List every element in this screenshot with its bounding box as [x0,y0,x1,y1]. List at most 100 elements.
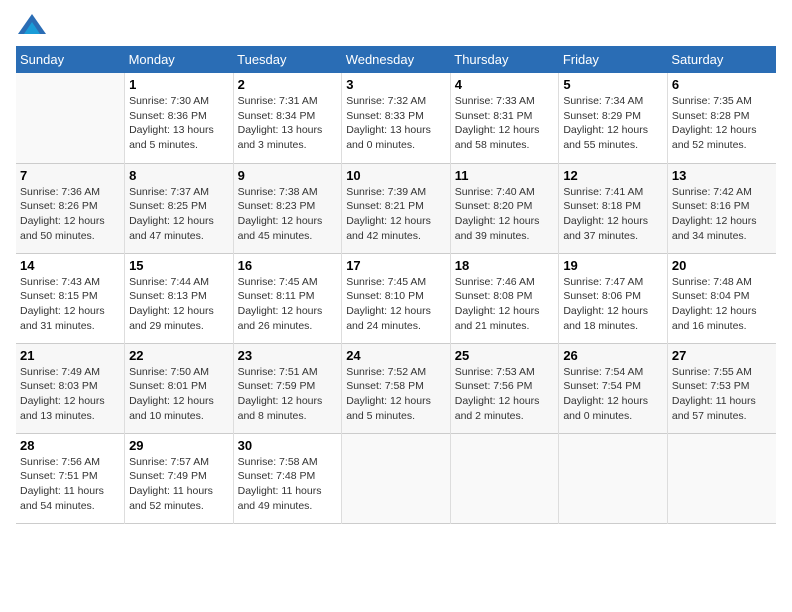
day-number: 1 [129,77,229,92]
header-cell-friday: Friday [559,46,668,73]
day-info: Sunrise: 7:32 AM Sunset: 8:33 PM Dayligh… [346,94,446,153]
logo-icon [18,14,46,34]
day-info: Sunrise: 7:33 AM Sunset: 8:31 PM Dayligh… [455,94,555,153]
day-number: 19 [563,258,663,273]
calendar-cell: 11 Sunrise: 7:40 AM Sunset: 8:20 PM Dayli… [450,163,559,253]
day-info: Sunrise: 7:51 AM Sunset: 7:59 PM Dayligh… [238,365,338,424]
day-info: Sunrise: 7:41 AM Sunset: 8:18 PM Dayligh… [563,185,663,244]
calendar-cell: 24 Sunrise: 7:52 AM Sunset: 7:58 PM Dayli… [342,343,451,433]
day-number: 28 [20,438,120,453]
calendar-cell: 5Sunrise: 7:34 AM Sunset: 8:29 PM Daylig… [559,73,668,163]
day-number: 30 [238,438,338,453]
calendar-cell: 26 Sunrise: 7:54 AM Sunset: 7:54 PM Dayli… [559,343,668,433]
calendar-cell: 22 Sunrise: 7:50 AM Sunset: 8:01 PM Dayli… [125,343,234,433]
calendar-cell: 18 Sunrise: 7:46 AM Sunset: 8:08 PM Dayli… [450,253,559,343]
calendar-cell: 1 Sunrise: 7:30 AM Sunset: 8:36 PM Daylig… [125,73,234,163]
calendar-week-4: 21Sunrise: 7:49 AM Sunset: 8:03 PM Dayli… [16,343,776,433]
day-info: Sunrise: 7:36 AM Sunset: 8:26 PM Dayligh… [20,185,120,244]
day-info: Sunrise: 7:56 AM Sunset: 7:51 PM Dayligh… [20,455,120,514]
calendar-cell [16,73,125,163]
day-info: Sunrise: 7:39 AM Sunset: 8:21 PM Dayligh… [346,185,446,244]
calendar-cell: 2Sunrise: 7:31 AM Sunset: 8:34 PM Daylig… [233,73,342,163]
day-info: Sunrise: 7:40 AM Sunset: 8:20 PM Dayligh… [455,185,555,244]
calendar-cell: 3 Sunrise: 7:32 AM Sunset: 8:33 PM Daylig… [342,73,451,163]
calendar-cell: 23 Sunrise: 7:51 AM Sunset: 7:59 PM Dayli… [233,343,342,433]
day-info: Sunrise: 7:46 AM Sunset: 8:08 PM Dayligh… [455,275,555,334]
day-info: Sunrise: 7:43 AM Sunset: 8:15 PM Dayligh… [20,275,120,334]
day-number: 21 [20,348,120,363]
calendar-cell: 21Sunrise: 7:49 AM Sunset: 8:03 PM Dayli… [16,343,125,433]
day-number: 18 [455,258,555,273]
day-number: 29 [129,438,229,453]
day-number: 22 [129,348,229,363]
day-info: Sunrise: 7:47 AM Sunset: 8:06 PM Dayligh… [563,275,663,334]
day-info: Sunrise: 7:48 AM Sunset: 8:04 PM Dayligh… [672,275,772,334]
day-info: Sunrise: 7:30 AM Sunset: 8:36 PM Dayligh… [129,94,229,153]
header-cell-thursday: Thursday [450,46,559,73]
page-header [16,16,776,36]
day-number: 2 [238,77,338,92]
day-number: 14 [20,258,120,273]
header-cell-wednesday: Wednesday [342,46,451,73]
calendar-cell: 10 Sunrise: 7:39 AM Sunset: 8:21 PM Dayli… [342,163,451,253]
calendar-cell: 29Sunrise: 7:57 AM Sunset: 7:49 PM Dayli… [125,433,234,523]
day-number: 15 [129,258,229,273]
logo [16,16,44,36]
day-info: Sunrise: 7:50 AM Sunset: 8:01 PM Dayligh… [129,365,229,424]
day-info: Sunrise: 7:37 AM Sunset: 8:25 PM Dayligh… [129,185,229,244]
day-number: 6 [672,77,772,92]
calendar-cell: 6 Sunrise: 7:35 AM Sunset: 8:28 PM Daylig… [667,73,776,163]
calendar-cell: 20 Sunrise: 7:48 AM Sunset: 8:04 PM Dayli… [667,253,776,343]
header-cell-saturday: Saturday [667,46,776,73]
day-info: Sunrise: 7:58 AM Sunset: 7:48 PM Dayligh… [238,455,338,514]
day-number: 20 [672,258,772,273]
calendar-cell: 30 Sunrise: 7:58 AM Sunset: 7:48 PM Dayli… [233,433,342,523]
day-number: 23 [238,348,338,363]
day-number: 26 [563,348,663,363]
calendar-cell: 7Sunrise: 7:36 AM Sunset: 8:26 PM Daylig… [16,163,125,253]
day-number: 17 [346,258,446,273]
day-info: Sunrise: 7:45 AM Sunset: 8:10 PM Dayligh… [346,275,446,334]
day-info: Sunrise: 7:53 AM Sunset: 7:56 PM Dayligh… [455,365,555,424]
calendar-cell: 4 Sunrise: 7:33 AM Sunset: 8:31 PM Daylig… [450,73,559,163]
calendar-cell: 27 Sunrise: 7:55 AM Sunset: 7:53 PM Dayli… [667,343,776,433]
calendar-cell [450,433,559,523]
calendar-cell: 9 Sunrise: 7:38 AM Sunset: 8:23 PM Daylig… [233,163,342,253]
day-number: 3 [346,77,446,92]
calendar-cell [342,433,451,523]
day-number: 8 [129,168,229,183]
day-info: Sunrise: 7:38 AM Sunset: 8:23 PM Dayligh… [238,185,338,244]
day-info: Sunrise: 7:35 AM Sunset: 8:28 PM Dayligh… [672,94,772,153]
calendar-header: SundayMondayTuesdayWednesdayThursdayFrid… [16,46,776,73]
calendar-cell: 14 Sunrise: 7:43 AM Sunset: 8:15 PM Dayli… [16,253,125,343]
day-number: 12 [563,168,663,183]
day-number: 13 [672,168,772,183]
header-cell-sunday: Sunday [16,46,125,73]
day-number: 27 [672,348,772,363]
calendar-cell [559,433,668,523]
day-number: 5 [563,77,663,92]
day-number: 4 [455,77,555,92]
day-number: 10 [346,168,446,183]
calendar-table: SundayMondayTuesdayWednesdayThursdayFrid… [16,46,776,524]
day-number: 11 [455,168,555,183]
day-info: Sunrise: 7:44 AM Sunset: 8:13 PM Dayligh… [129,275,229,334]
calendar-cell: 13Sunrise: 7:42 AM Sunset: 8:16 PM Dayli… [667,163,776,253]
calendar-week-1: 1 Sunrise: 7:30 AM Sunset: 8:36 PM Daylig… [16,73,776,163]
calendar-body: 1 Sunrise: 7:30 AM Sunset: 8:36 PM Daylig… [16,73,776,523]
calendar-cell [667,433,776,523]
day-info: Sunrise: 7:54 AM Sunset: 7:54 PM Dayligh… [563,365,663,424]
header-cell-monday: Monday [125,46,234,73]
calendar-cell: 15 Sunrise: 7:44 AM Sunset: 8:13 PM Dayli… [125,253,234,343]
calendar-cell: 8 Sunrise: 7:37 AM Sunset: 8:25 PM Daylig… [125,163,234,253]
calendar-week-5: 28 Sunrise: 7:56 AM Sunset: 7:51 PM Dayli… [16,433,776,523]
calendar-cell: 19 Sunrise: 7:47 AM Sunset: 8:06 PM Dayli… [559,253,668,343]
day-number: 16 [238,258,338,273]
header-cell-tuesday: Tuesday [233,46,342,73]
day-number: 25 [455,348,555,363]
header-row: SundayMondayTuesdayWednesdayThursdayFrid… [16,46,776,73]
day-number: 9 [238,168,338,183]
day-number: 24 [346,348,446,363]
day-info: Sunrise: 7:52 AM Sunset: 7:58 PM Dayligh… [346,365,446,424]
day-info: Sunrise: 7:55 AM Sunset: 7:53 PM Dayligh… [672,365,772,424]
